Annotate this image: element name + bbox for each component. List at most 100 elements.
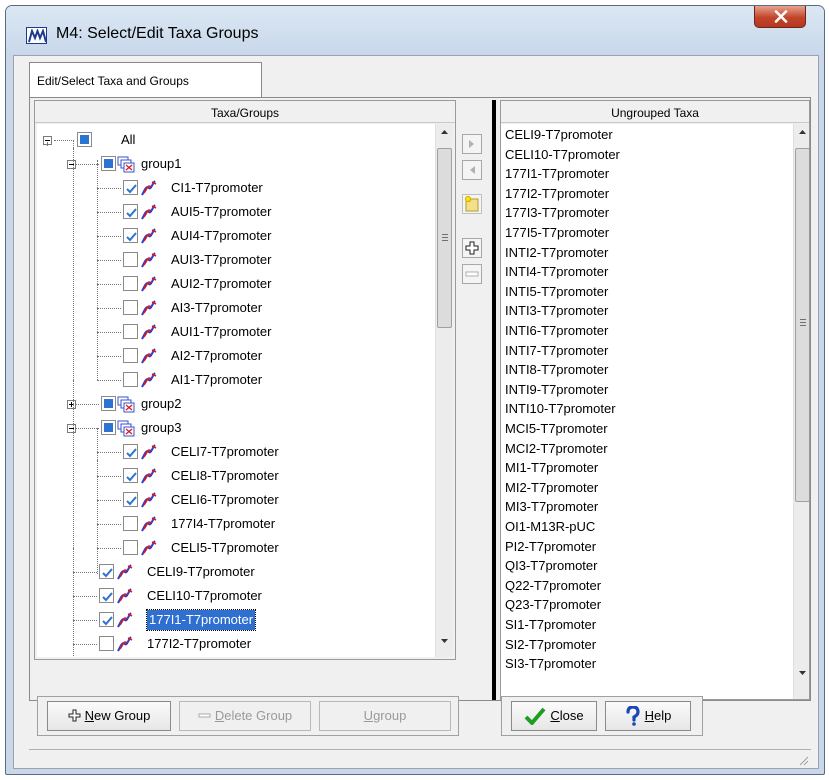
list-item[interactable]: INTI10-T7promoter bbox=[505, 399, 616, 419]
close-button[interactable]: Close bbox=[511, 701, 597, 731]
list-item[interactable]: Q23-T7promoter bbox=[505, 595, 601, 615]
list-item[interactable]: MCI2-T7promoter bbox=[505, 439, 608, 459]
ugroup-button[interactable]: Ugroup bbox=[319, 701, 451, 731]
list-item[interactable]: MI1-T7promoter bbox=[505, 458, 598, 478]
tree-connector bbox=[97, 284, 121, 285]
window-close-button[interactable] bbox=[754, 6, 806, 28]
plus-icon bbox=[68, 709, 81, 722]
tree-item-label: group1 bbox=[141, 156, 182, 171]
list-item[interactable]: INTI3-T7promoter bbox=[505, 301, 608, 321]
tree-checkbox[interactable] bbox=[123, 204, 138, 219]
collapse-toggle-icon[interactable] bbox=[67, 160, 76, 169]
tree-item-label: 177I2-T7promoter bbox=[147, 636, 252, 651]
tree-checkbox[interactable] bbox=[123, 444, 138, 459]
tree-item-label: 177I1-T7promoter bbox=[145, 609, 257, 631]
tree-connector bbox=[97, 428, 98, 452]
add-button[interactable] bbox=[462, 238, 482, 258]
tree-taxon-row[interactable]: AI1-T7promoter bbox=[37, 356, 435, 392]
collapse-toggle-icon[interactable] bbox=[67, 424, 76, 433]
scroll-down-button[interactable] bbox=[794, 664, 809, 681]
expand-toggle-icon[interactable] bbox=[67, 400, 76, 409]
new-group-button[interactable]: New Group bbox=[47, 701, 171, 731]
tree-checkbox[interactable] bbox=[101, 396, 116, 411]
new-folder-button[interactable] bbox=[462, 194, 482, 214]
tree-checkbox[interactable] bbox=[101, 156, 116, 171]
tree-checkbox[interactable] bbox=[123, 252, 138, 267]
list-item[interactable]: 177I3-T7promoter bbox=[505, 203, 609, 223]
ungrouped-taxa-list[interactable]: CELI9-T7promoter CELI10-T7promoter 177I1-T… bbox=[501, 124, 793, 699]
ungrouped-scrollbar[interactable] bbox=[793, 124, 809, 699]
transfer-toolbar bbox=[458, 134, 488, 334]
delete-group-button[interactable]: Delete Group bbox=[179, 701, 311, 731]
tree-checkbox[interactable] bbox=[99, 636, 114, 651]
list-item[interactable]: MCI5-T7promoter bbox=[505, 419, 608, 439]
tree-checkbox[interactable] bbox=[123, 468, 138, 483]
list-item[interactable]: INTI2-T7promoter bbox=[505, 243, 608, 263]
tree-connector bbox=[73, 148, 74, 656]
tab-strip: Edit/Select Taxa and Groups bbox=[14, 56, 818, 98]
tree-checkbox[interactable] bbox=[123, 348, 138, 363]
list-item[interactable]: Q22-T7promoter bbox=[505, 576, 601, 596]
list-item[interactable]: QI3-T7promoter bbox=[505, 556, 597, 576]
tab-edit-select-taxa[interactable]: Edit/Select Taxa and Groups bbox=[29, 62, 262, 98]
list-item[interactable]: SI2-T7promoter bbox=[505, 635, 596, 655]
tree-connector bbox=[97, 332, 121, 333]
tree-checkbox[interactable] bbox=[77, 132, 92, 147]
remove-button[interactable] bbox=[462, 264, 482, 284]
ungrouped-taxa-header: Ungrouped Taxa bbox=[501, 101, 809, 123]
tree-item-label: AI2-T7promoter bbox=[171, 348, 263, 363]
list-item[interactable]: SI3-T7promoter bbox=[505, 654, 596, 674]
tree-checkbox[interactable] bbox=[123, 180, 138, 195]
tree-scrollbar[interactable] bbox=[435, 124, 453, 657]
tree-checkbox[interactable] bbox=[123, 276, 138, 291]
tree-checkbox[interactable] bbox=[123, 540, 138, 555]
tree-taxon-row[interactable]: CELI10-T7promoter bbox=[37, 572, 435, 608]
tree-checkbox[interactable] bbox=[123, 324, 138, 339]
scroll-down-button[interactable] bbox=[436, 632, 453, 649]
tree-checkbox[interactable] bbox=[123, 492, 138, 507]
list-item[interactable]: MI3-T7promoter bbox=[505, 497, 598, 517]
tree-checkbox[interactable] bbox=[99, 588, 114, 603]
scroll-up-button[interactable] bbox=[794, 124, 809, 141]
panel-splitter[interactable] bbox=[492, 100, 496, 700]
list-item[interactable]: INTI7-T7promoter bbox=[505, 341, 608, 361]
tree-checkbox[interactable] bbox=[101, 420, 116, 435]
move-right-button[interactable] bbox=[462, 134, 482, 154]
scroll-thumb[interactable] bbox=[437, 148, 452, 328]
tree-item-label: group2 bbox=[141, 396, 182, 411]
tree-checkbox[interactable] bbox=[99, 612, 114, 627]
dialog-actions-bar: Close Help bbox=[501, 696, 703, 736]
tree-checkbox[interactable] bbox=[123, 228, 138, 243]
scroll-thumb[interactable] bbox=[795, 148, 809, 502]
resize-grip-icon[interactable] bbox=[797, 754, 809, 766]
title-bar[interactable]: M4: Select/Edit Taxa Groups bbox=[6, 6, 824, 55]
list-item[interactable]: INTI4-T7promoter bbox=[505, 262, 608, 282]
tree-group-row[interactable]: group2 bbox=[37, 380, 435, 416]
list-item[interactable]: CELI9-T7promoter bbox=[505, 125, 613, 145]
list-item[interactable]: PI2-T7promoter bbox=[505, 537, 596, 557]
tree-checkbox[interactable] bbox=[123, 372, 138, 387]
tree-checkbox[interactable] bbox=[123, 516, 138, 531]
tree-connector bbox=[97, 452, 121, 453]
tree-checkbox[interactable] bbox=[123, 300, 138, 315]
list-item[interactable]: OI1-M13R-pUC bbox=[505, 517, 595, 537]
list-item[interactable]: INTI6-T7promoter bbox=[505, 321, 608, 341]
list-item[interactable]: INTI5-T7promoter bbox=[505, 282, 608, 302]
scroll-up-button[interactable] bbox=[436, 124, 453, 141]
tab-body: Taxa/Groups All group1 CI1-T7promoter AUI5-… bbox=[29, 97, 811, 701]
tree-root-row[interactable]: All bbox=[37, 128, 435, 152]
move-left-button[interactable] bbox=[462, 160, 482, 180]
list-item[interactable]: CELI10-T7promoter bbox=[505, 145, 620, 165]
help-button[interactable]: Help bbox=[605, 701, 691, 731]
list-item[interactable]: INTI9-T7promoter bbox=[505, 380, 608, 400]
tree-taxon-row[interactable]: 177I2-T7promoter bbox=[37, 620, 435, 656]
list-item[interactable]: MI2-T7promoter bbox=[505, 478, 598, 498]
taxa-groups-tree[interactable]: All group1 CI1-T7promoter AUI5-T7promoter AU… bbox=[37, 124, 435, 657]
list-item[interactable]: 177I1-T7promoter bbox=[505, 164, 609, 184]
list-item[interactable]: 177I5-T7promoter bbox=[505, 223, 609, 243]
tree-checkbox[interactable] bbox=[99, 564, 114, 579]
list-item[interactable]: INTI8-T7promoter bbox=[505, 360, 608, 380]
list-item[interactable]: 177I2-T7promoter bbox=[505, 184, 609, 204]
list-item[interactable]: SI1-T7promoter bbox=[505, 615, 596, 635]
tree-taxon-row[interactable]: 177I1-T7promoter bbox=[37, 596, 435, 632]
